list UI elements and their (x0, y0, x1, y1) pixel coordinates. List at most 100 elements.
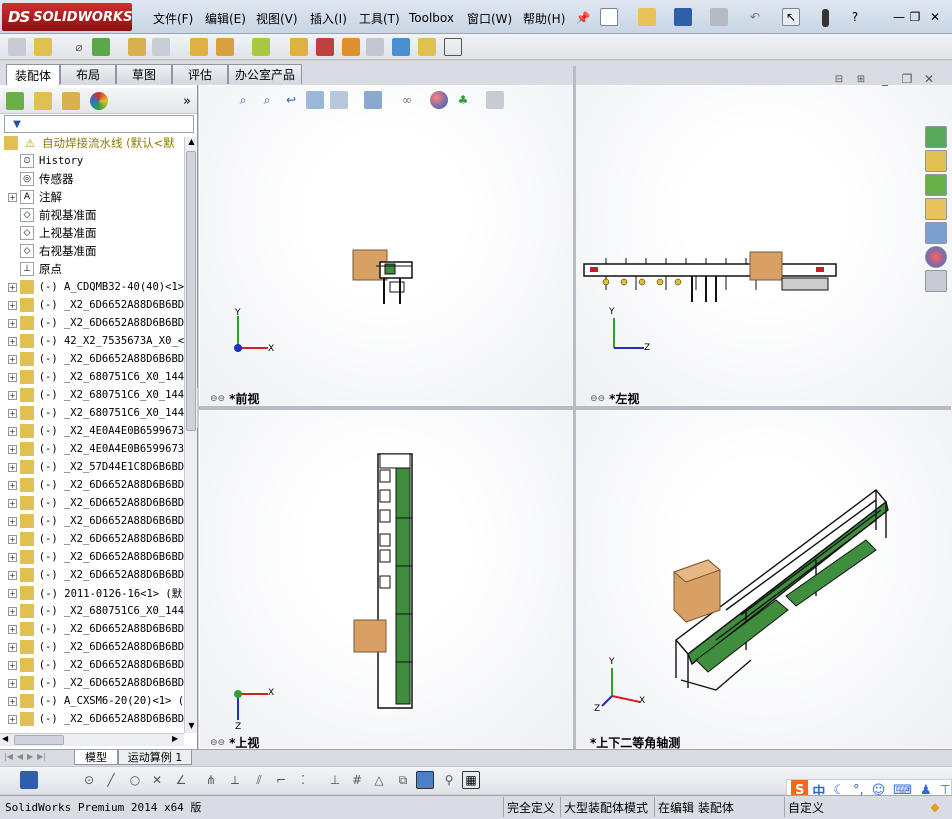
select-cursor-icon[interactable]: ↖ (782, 8, 800, 26)
tree-item-component[interactable]: + (-) A_CXSM6-20(20)<1> ( (0, 692, 184, 710)
expand-plus-icon[interactable]: + (8, 606, 17, 616)
expand-plus-icon[interactable]: + (8, 390, 17, 400)
print-icon[interactable] (710, 8, 728, 26)
scroll-down-arrow-icon[interactable]: ▼ (186, 721, 197, 733)
expand-plus-icon[interactable]: + (8, 696, 17, 706)
explode-line-sketch-icon[interactable] (366, 38, 384, 56)
horizontal-dim-icon[interactable]: ⊥ (326, 771, 344, 789)
tree-item-component[interactable]: + (-) _X2_680751C6_X0_144 (0, 602, 184, 620)
tab-layout[interactable]: 布局 (60, 64, 116, 84)
insert-component-icon[interactable] (8, 38, 26, 56)
tab-motion-study[interactable]: 运动算例 1 (118, 750, 192, 765)
menu-toolbox[interactable]: Toolbox (409, 8, 454, 28)
expand-plus-icon[interactable]: + (8, 552, 17, 562)
tree-item[interactable]: ⊥ 原点 (0, 260, 184, 278)
expand-plus-icon[interactable]: + (8, 336, 17, 346)
tree-item-component[interactable]: + (-) 42_X2_7535673A_X0_< (0, 332, 184, 350)
tree-item-component[interactable]: + (-) _X2_6D6652A88D6B6BD (0, 638, 184, 656)
smart-fasteners-icon[interactable] (128, 38, 146, 56)
expand-plus-icon[interactable]: + (8, 462, 17, 472)
trim-icon[interactable]: ✕ (148, 771, 166, 789)
offset-icon[interactable]: ⫽ (250, 771, 268, 789)
menu-help[interactable]: 帮助(H) (523, 8, 565, 28)
tree-item-component[interactable]: + (-) _X2_6D6652A88D6B6BD (0, 314, 184, 332)
left-view-model[interactable] (576, 86, 952, 406)
tab-assembly[interactable]: 装配体 (6, 64, 60, 85)
tree-item[interactable]: ◎ 传感器 (0, 170, 184, 188)
help-status-icon[interactable]: ◆ (926, 798, 944, 816)
expand-plus-icon[interactable]: + (8, 642, 17, 652)
expand-plus-icon[interactable]: + (8, 588, 17, 598)
front-view-model[interactable] (200, 86, 573, 406)
tree-item-component[interactable]: + (-) _X2_6D6652A88D6B6BD (0, 710, 184, 728)
exploded-view-icon[interactable] (342, 38, 360, 56)
tree-item-component[interactable]: + (-) _X2_6D6652A88D6B6BD (0, 548, 184, 566)
save-icon[interactable] (674, 8, 692, 26)
expand-panel-chevron-icon[interactable]: » (178, 92, 196, 110)
tree-item-component[interactable]: + (-) _X2_6D6652A88D6B6BD (0, 530, 184, 548)
circle-icon[interactable]: ○ (126, 771, 144, 789)
save-small-icon[interactable] (20, 771, 38, 789)
triangle-icon[interactable]: △ (370, 771, 388, 789)
paperclip-icon[interactable]: ⌀ (70, 38, 88, 56)
menu-edit[interactable]: 编辑(E) (205, 8, 246, 28)
tree-item-component[interactable]: + (-) _X2_6D6652A88D6B6BD (0, 566, 184, 584)
expand-plus-icon[interactable]: + (8, 372, 17, 382)
tree-item-component[interactable]: + (-) 2011-0126-16<1> (默 (0, 584, 184, 602)
rebuild-traffic-light-icon[interactable] (822, 9, 829, 27)
tree-item-component[interactable]: + (-) _X2_6D6652A88D6B6BD (0, 350, 184, 368)
scroll-left-arrow-icon[interactable]: ◀ (2, 734, 12, 746)
expand-plus-icon[interactable]: + (8, 534, 17, 544)
scroll-thumb[interactable] (186, 151, 196, 431)
filter-funnel-icon[interactable]: ▼ (8, 115, 26, 133)
tree-item-component[interactable]: + (-) _X2_6D6652A88D6B6BD (0, 620, 184, 638)
smart-dimension-icon[interactable]: ⟂ (226, 771, 244, 789)
expand-plus-icon[interactable]: + (8, 282, 17, 292)
reference-geometry-icon[interactable] (252, 38, 270, 56)
tree-item-component[interactable]: + (-) _X2_57D44E1C8D6B6BD (0, 458, 184, 476)
table-icon[interactable]: ▦ (462, 771, 480, 789)
tab-sketch[interactable]: 草图 (116, 64, 172, 84)
display-manager-icon[interactable] (90, 92, 108, 110)
tree-item-component[interactable]: + (-) _X2_680751C6_X0_144 (0, 386, 184, 404)
tree-item[interactable]: ◇ 前视基准面 (0, 206, 184, 224)
camera-icon[interactable]: ⚲ (440, 771, 458, 789)
mate-icon[interactable] (34, 38, 52, 56)
expand-plus-icon[interactable]: + (8, 192, 17, 202)
tree-item[interactable]: ◇ 上视基准面 (0, 224, 184, 242)
assembly-features-icon[interactable] (216, 38, 234, 56)
tree-item-component[interactable]: + (-) _X2_6D6652A88D6B6BD (0, 476, 184, 494)
tree-item-component[interactable]: + (-) _X2_6D6652A88D6B6BD (0, 494, 184, 512)
expand-plus-icon[interactable]: + (8, 318, 17, 328)
expand-plus-icon[interactable]: + (8, 498, 17, 508)
new-motion-study-icon[interactable] (290, 38, 308, 56)
tree-item-component[interactable]: + (-) A_CDQMB32-40(40)<1> (0, 278, 184, 296)
show-hidden-icon[interactable] (190, 38, 208, 56)
expand-plus-icon[interactable]: + (8, 714, 17, 724)
tree-vertical-scrollbar[interactable]: ▲ ▼ (184, 137, 197, 733)
expand-plus-icon[interactable]: + (8, 570, 17, 580)
app-logo[interactable]: DS SOLIDWORKS (2, 3, 132, 31)
line-icon[interactable]: ╱ (102, 771, 120, 789)
tab-scroll-arrows[interactable]: |◀ ◀ ▶ ▶| (4, 752, 70, 764)
expand-plus-icon[interactable]: + (8, 480, 17, 490)
scroll-right-arrow-icon[interactable]: ▶ (172, 734, 182, 746)
expand-plus-icon[interactable]: + (8, 426, 17, 436)
menu-view[interactable]: 视图(V) (256, 8, 298, 28)
mirror-icon[interactable]: ⋔ (202, 771, 220, 789)
tab-office-products[interactable]: 办公室产品 (228, 64, 302, 84)
expand-plus-icon[interactable]: + (8, 678, 17, 688)
tree-item-component[interactable]: + (-) _X2_680751C6_X0_144 (0, 404, 184, 422)
property-manager-icon[interactable] (34, 92, 52, 110)
expand-plus-icon[interactable]: + (8, 516, 17, 526)
scroll-up-arrow-icon[interactable]: ▲ (186, 137, 197, 149)
tree-item-component[interactable]: + (-) _X2_6D6652A88D6B6BD (0, 656, 184, 674)
tree-horizontal-scrollbar[interactable]: ◀ ▶ (0, 733, 184, 746)
tree-item-component[interactable]: + (-) _X2_4E0A4E0B6599673 (0, 440, 184, 458)
shaded-cube-icon[interactable] (416, 771, 434, 789)
point-icon[interactable]: ⊙ (80, 771, 98, 789)
menu-window[interactable]: 窗口(W) (467, 8, 512, 28)
menu-file[interactable]: 文件(F) (153, 8, 193, 28)
construction-icon[interactable]: ⁚ (294, 771, 312, 789)
expand-plus-icon[interactable]: + (8, 300, 17, 310)
